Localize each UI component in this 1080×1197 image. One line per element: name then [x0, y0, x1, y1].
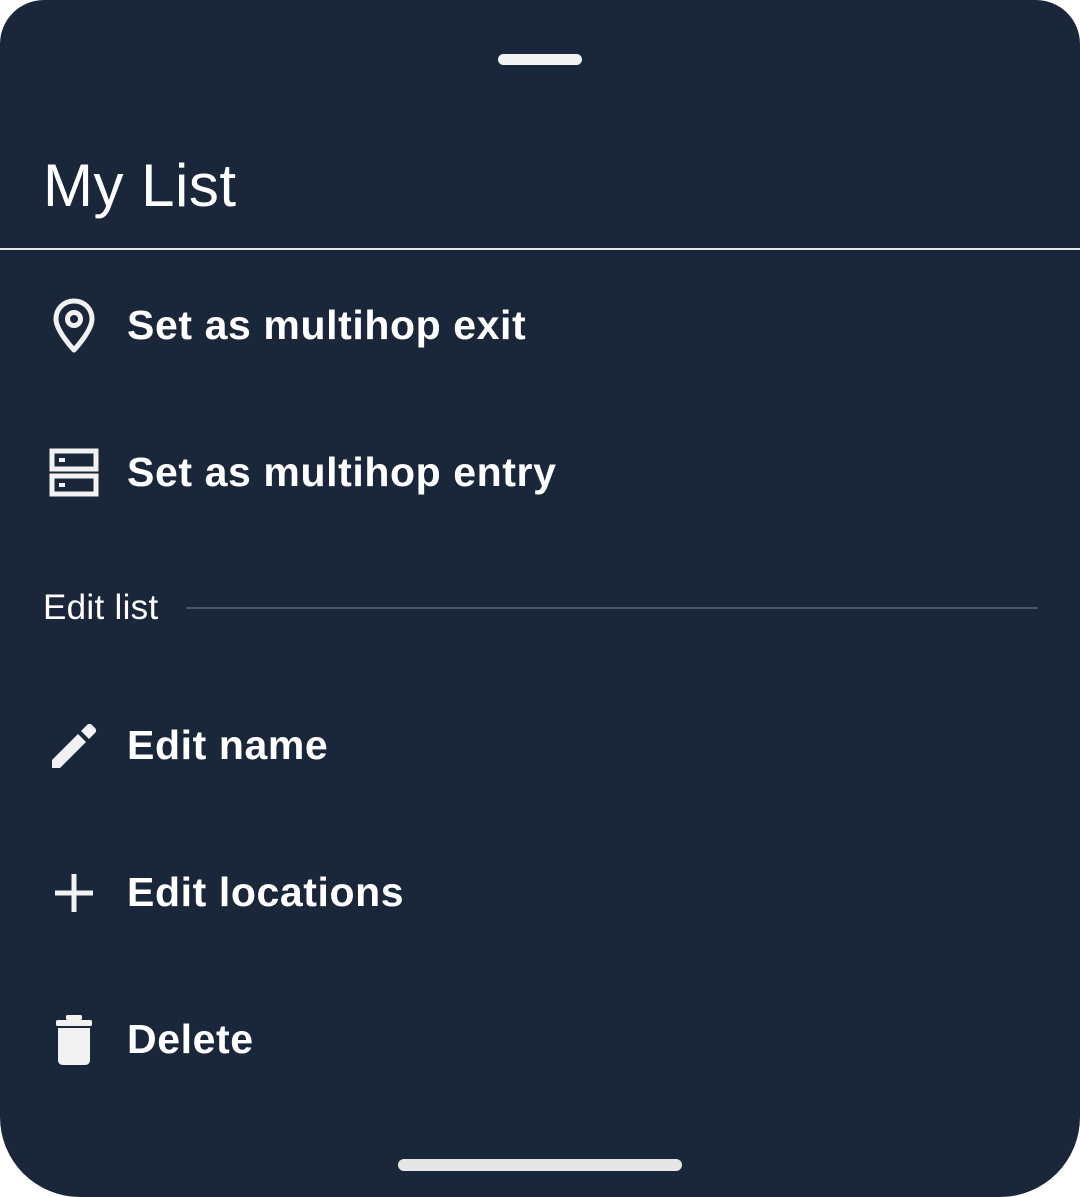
delete-label: Delete: [127, 1016, 254, 1062]
location-pin-icon: [44, 296, 104, 356]
server-icon: [44, 443, 104, 503]
edit-list-section-header: Edit list: [0, 580, 1080, 640]
sheet-title: My List: [43, 152, 237, 219]
bottom-sheet: My List Set as multihop exit Set as mult…: [0, 0, 1080, 1197]
drag-handle[interactable]: [498, 54, 582, 65]
trash-icon: [44, 1010, 104, 1070]
title-divider: [0, 248, 1080, 250]
gesture-navigation-bar[interactable]: [398, 1159, 682, 1171]
section-divider: [186, 607, 1038, 609]
edit-list-header-label: Edit list: [43, 588, 159, 627]
edit-name-label: Edit name: [127, 722, 329, 768]
plus-icon: [44, 863, 104, 923]
set-multihop-entry-item[interactable]: Set as multihop entry: [0, 399, 1080, 546]
set-multihop-exit-label: Set as multihop exit: [127, 302, 527, 348]
set-multihop-entry-label: Set as multihop entry: [127, 449, 557, 495]
delete-item[interactable]: Delete: [0, 966, 1080, 1113]
set-multihop-exit-item[interactable]: Set as multihop exit: [0, 252, 1080, 399]
edit-name-item[interactable]: Edit name: [0, 672, 1080, 819]
pencil-icon: [44, 716, 104, 776]
edit-locations-label: Edit locations: [127, 869, 405, 915]
edit-locations-item[interactable]: Edit locations: [0, 819, 1080, 966]
